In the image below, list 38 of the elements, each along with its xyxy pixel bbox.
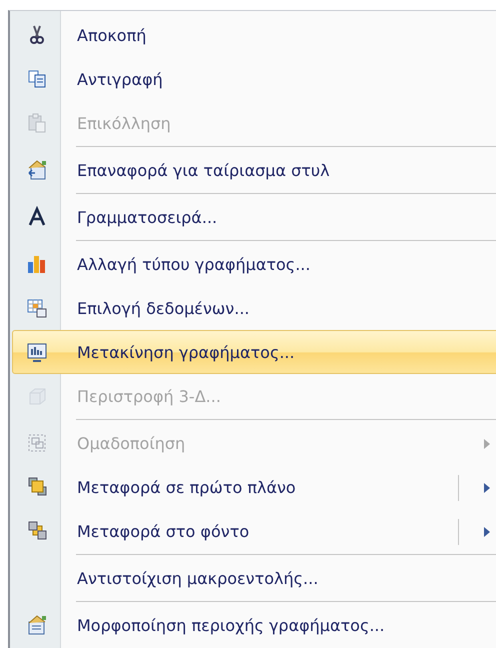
menu-item[interactable]: Μεταφορά σε πρώτο πλάνο <box>12 465 496 509</box>
menu-item[interactable]: Μορφοποίηση περιοχής γραφήματος... <box>12 603 496 647</box>
menu-item-label: Αλλαγή τύπου γραφήματος... <box>77 254 310 274</box>
menu-item[interactable]: Αντιγραφή <box>12 57 496 101</box>
squares-back-icon <box>26 520 48 542</box>
menu-item[interactable]: Μετακίνηση γραφήματος... <box>12 330 496 374</box>
menu-item-label: Αντιγραφή <box>77 70 163 88</box>
format-icon <box>26 614 48 636</box>
letter-icon <box>26 206 48 228</box>
menu-item-label: Επαναφορά για ταίριασμα στυλ <box>77 160 330 180</box>
menu-item-label: Ομαδοποίηση <box>77 434 186 452</box>
copy-icon <box>26 68 48 90</box>
menu-item-label: Μορφοποίηση περιοχής γραφήματος... <box>77 616 385 634</box>
menu-item[interactable]: Επαναφορά για ταίριασμα στυλ <box>12 148 496 192</box>
clipboard-icon <box>26 112 48 134</box>
menu-item-label: Μεταφορά σε πρώτο πλάνο <box>77 478 296 496</box>
menu-item[interactable]: Μεταφορά στο φόντο <box>12 509 496 553</box>
group-icon <box>26 432 48 454</box>
menu-item[interactable]: Αντιστοίχιση μακροεντολής... <box>12 556 496 600</box>
menu-item-label: Γραμματοσειρά... <box>77 208 218 226</box>
menu-item[interactable]: Αλλαγή τύπου γραφήματος... <box>12 242 496 286</box>
menu-item-label: Αντιστοίχιση μακροεντολής... <box>77 568 318 588</box>
submenu-arrow-icon <box>483 526 491 538</box>
menu-item[interactable]: Επιλογή δεδομένων... <box>12 286 496 330</box>
submenu-arrow-icon <box>483 482 491 494</box>
table-icon <box>26 297 48 319</box>
menu-item-label: Μεταφορά στο φόντο <box>77 522 250 540</box>
menu-item-label: Αποκοπή <box>77 26 146 44</box>
bar-chart-icon <box>26 253 48 275</box>
menu-item[interactable]: Γραμματοσειρά... <box>12 195 496 239</box>
chart-window-icon <box>26 341 48 363</box>
submenu-arrow-icon <box>483 438 491 450</box>
squares-front-icon <box>26 476 48 498</box>
menu-item-label: Επιλογή δεδομένων... <box>77 298 250 318</box>
menu-item-label: Μετακίνηση γραφήματος... <box>77 342 295 362</box>
menu-item[interactable]: Αποκοπή <box>12 13 496 57</box>
menu-item-label: Επικόλληση <box>77 114 171 132</box>
menu-item-label: Περιστροφή 3-Δ... <box>77 386 221 406</box>
